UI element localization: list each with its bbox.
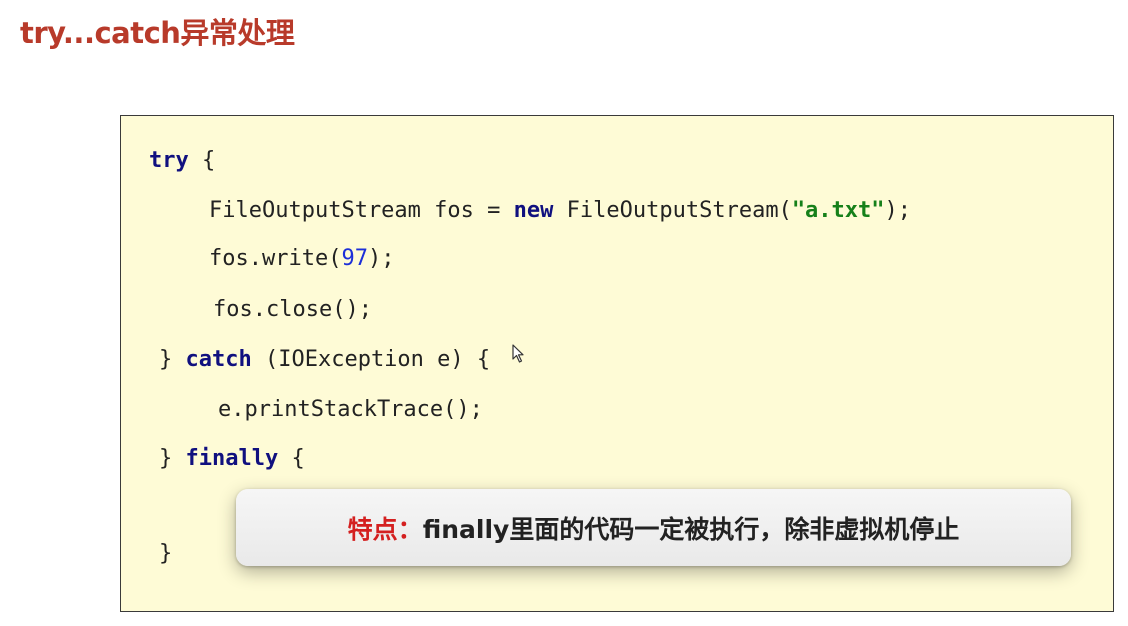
code-text: FileOutputStream fos = <box>209 198 514 223</box>
code-text: } <box>159 446 186 471</box>
keyword-finally: finally <box>185 446 279 471</box>
caption-tooltip: 特点： finally里面的代码一定被执行，除非虚拟机停止 <box>236 489 1071 566</box>
code-line-finally: } finally { <box>159 446 305 471</box>
code-line-close: fos.close(); <box>213 297 372 322</box>
code-line-close-brace: } <box>159 541 173 566</box>
code-line-new-stream: FileOutputStream fos = new FileOutputStr… <box>209 198 911 223</box>
code-text: { <box>188 148 216 173</box>
tooltip-text: finally里面的代码一定被执行，除非虚拟机停止 <box>422 514 960 544</box>
code-text: fos.write( <box>209 246 342 271</box>
code-text: ); <box>367 246 395 271</box>
code-line-print-stack-trace: e.printStackTrace(); <box>218 397 483 422</box>
slide-title: try...catch异常处理 <box>20 16 295 50</box>
code-line-write: fos.write(97); <box>209 246 394 271</box>
keyword-try: try <box>149 148 189 173</box>
keyword-catch: catch <box>185 347 252 372</box>
code-text: (IOException e) { <box>251 347 491 372</box>
code-text: } <box>159 347 186 372</box>
number-literal: 97 <box>341 246 368 271</box>
keyword-new: new <box>513 198 554 223</box>
tooltip-label: 特点： <box>347 514 423 544</box>
code-line-catch: } catch (IOException e) { <box>159 347 490 372</box>
code-text: { <box>278 446 305 471</box>
code-text: ); <box>884 198 912 223</box>
mouse-cursor-icon <box>512 344 524 363</box>
string-literal: "a.txt" <box>791 198 885 223</box>
code-text: FileOutputStream( <box>553 198 792 223</box>
code-line-try: try { <box>149 148 215 173</box>
